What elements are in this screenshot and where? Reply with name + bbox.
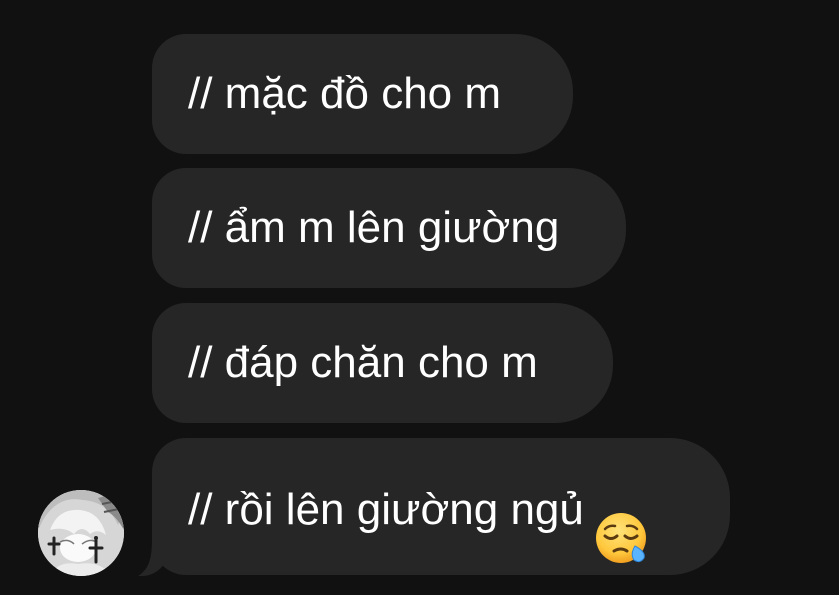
chat-thread: // mặc đồ cho m // ẩm m lên giường // đá… xyxy=(0,0,839,595)
profile-avatar[interactable] xyxy=(38,490,124,576)
message-bubble[interactable]: // đáp chăn cho m xyxy=(152,303,613,423)
message-bubble[interactable]: // mặc đồ cho m xyxy=(152,34,573,154)
avatar-image xyxy=(38,490,124,576)
message-text: // mặc đồ cho m xyxy=(188,69,502,118)
message-text: // rồi lên giường ngủ xyxy=(188,485,584,534)
message-text: // ẩm m lên giường xyxy=(188,203,560,252)
message-bubble[interactable]: // ẩm m lên giường xyxy=(152,168,626,288)
sleepy-face-emoji-icon xyxy=(594,480,650,564)
message-text: // đáp chăn cho m xyxy=(188,338,538,387)
message-bubble-tail xyxy=(138,540,168,576)
message-bubble[interactable]: // rồi lên giường ngủ xyxy=(152,438,730,575)
